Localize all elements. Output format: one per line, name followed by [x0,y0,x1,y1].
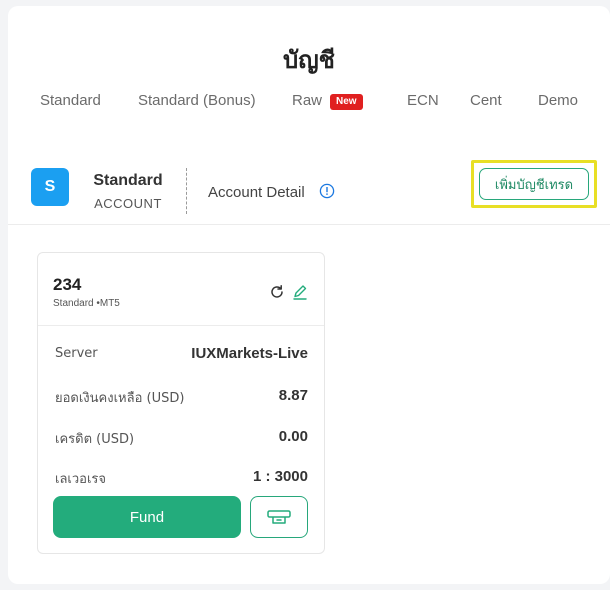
fund-button[interactable]: Fund [53,496,241,538]
account-card: 234 Standard •MT5 Server IUXMarkets-Live… [37,252,325,554]
balance-value: 8.87 [278,387,308,404]
add-account-highlight: เพิ่มบัญชีเทรด [471,160,597,208]
tab-label: Raw [292,92,323,109]
tab-label: Standard (Bonus) [138,92,256,109]
refresh-icon[interactable] [269,284,285,300]
tab-label: ECN [407,92,439,109]
account-number: 234 [53,275,82,294]
transfer-icon [267,510,291,524]
credit-value: 0.00 [278,428,308,445]
credit-label: เครดิต (USD) [55,432,135,447]
leverage-value: 1 : 3000 [252,468,308,485]
account-platform: Standard •MT5 [53,298,120,309]
card-divider [38,325,324,326]
account-detail-link[interactable]: Account Detail [208,184,305,201]
server-label: Server [55,346,98,361]
add-trading-account-button[interactable]: เพิ่มบัญชีเทรด [479,168,589,200]
balance-label: ยอดเงินคงเหลือ (USD) [55,391,185,406]
page-title: บัญชี [283,46,335,74]
new-badge: New [330,94,363,110]
transfer-button[interactable] [250,496,308,538]
account-type-subtitle: ACCOUNT [94,196,162,211]
tab-standard[interactable]: Standard [40,92,101,110]
accounts-panel: บัญชี Standard Standard (Bonus) Raw New E… [8,6,610,584]
tab-cent[interactable]: Cent [470,92,502,110]
section-divider [8,224,610,225]
divider [186,168,187,214]
account-header: S Standard ACCOUNT Account Detail เพิ่มบ… [8,156,610,226]
tab-demo[interactable]: Demo [538,92,578,110]
server-value: IUXMarkets-Live [191,345,308,362]
tab-label: Cent [470,92,502,109]
edit-icon[interactable] [292,284,308,300]
tab-raw[interactable]: Raw New [292,92,363,110]
tab-standard-bonus[interactable]: Standard (Bonus) [138,92,256,110]
info-icon[interactable] [319,183,335,199]
leverage-label: เลเวอเรจ [55,472,107,487]
tab-label: Standard [40,92,101,109]
tab-ecn[interactable]: ECN [407,92,439,110]
account-type-tabs: Standard Standard (Bonus) Raw New ECN Cen… [8,92,610,122]
account-type-title: Standard [93,172,163,189]
tab-label: Demo [538,92,579,109]
avatar: S [31,168,69,206]
